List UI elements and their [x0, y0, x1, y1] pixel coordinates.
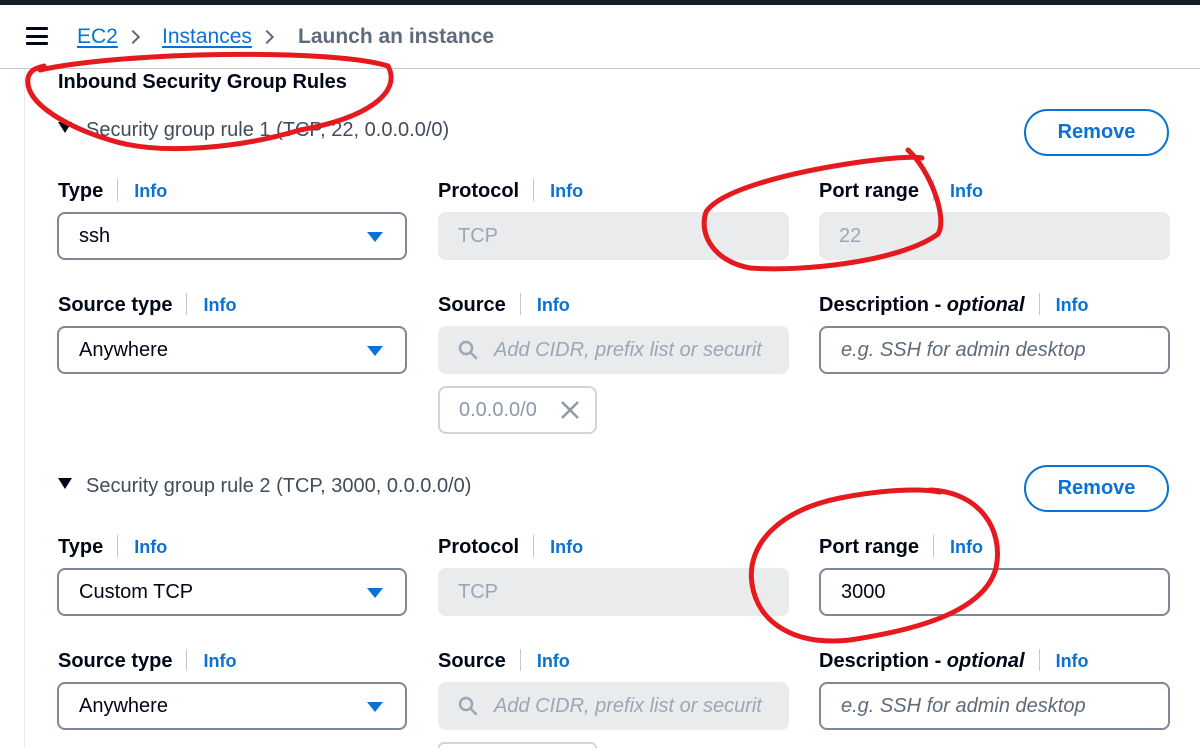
breadcrumb-current: Launch an instance [298, 25, 495, 48]
rule-2-description-label: Description - optional Info [819, 649, 1089, 672]
info-link[interactable]: Info [950, 181, 983, 201]
hamburger-menu-icon[interactable] [26, 27, 48, 45]
caret-down-icon [367, 346, 383, 356]
info-link[interactable]: Info [203, 295, 236, 315]
rule-2-remove-button[interactable]: Remove [1024, 465, 1169, 512]
rule-2-source-type-select[interactable]: Anywhere [57, 682, 407, 730]
rule-1-header: Security group rule 1 (TCP, 22, 0.0.0.0/… [86, 119, 450, 141]
close-icon[interactable] [559, 399, 581, 421]
rule-2-protocol-label: Protocol Info [438, 535, 584, 558]
breadcrumb-instances[interactable]: Instances [162, 25, 252, 49]
rule-2-port-range-label: Port range Info [819, 535, 984, 558]
caret-down-icon [58, 478, 72, 489]
info-link[interactable]: Info [134, 537, 167, 557]
chevron-right-icon [125, 29, 141, 45]
caret-down-icon [367, 588, 383, 598]
info-link[interactable]: Info [537, 295, 570, 315]
info-link[interactable]: Info [134, 181, 167, 201]
rule-1-description-input[interactable]: e.g. SSH for admin desktop [819, 326, 1170, 374]
main-content [24, 69, 1200, 748]
section-title: Inbound Security Group Rules [58, 71, 347, 93]
search-icon [458, 340, 478, 360]
rule-2-expand-toggle[interactable]: Security group rule 2 (TCP, 3000, 0.0.0.… [58, 474, 471, 498]
rule-2-type-label: Type Info [58, 535, 168, 558]
info-link[interactable]: Info [1056, 651, 1089, 671]
rule-1-port-range-label: Port range Info [819, 179, 984, 202]
rule-2-source-search: Add CIDR, prefix list or securit [438, 682, 789, 730]
rule-1-source-label: Source Info [438, 293, 570, 316]
rule-1-type-select[interactable]: ssh [57, 212, 407, 260]
rule-1-source-type-select[interactable]: Anywhere [57, 326, 407, 374]
info-link[interactable]: Info [537, 651, 570, 671]
search-icon [458, 696, 478, 716]
info-link[interactable]: Info [550, 181, 583, 201]
rule-1-source-type-label: Source type Info [58, 293, 237, 316]
info-link[interactable]: Info [550, 537, 583, 557]
rule-1-remove-button[interactable]: Remove [1024, 109, 1169, 156]
caret-down-icon [367, 702, 383, 712]
info-link[interactable]: Info [1056, 295, 1089, 315]
page-header: EC2 Instances Launch an instance [0, 5, 1200, 69]
rule-1-protocol-label: Protocol Info [438, 179, 584, 202]
rule-1-description-label: Description - optional Info [819, 293, 1089, 316]
info-link[interactable]: Info [950, 537, 983, 557]
rule-2-type-select[interactable]: Custom TCP [57, 568, 407, 616]
rule-2-port-range-input[interactable]: 3000 [819, 568, 1170, 616]
caret-down-icon [58, 122, 72, 133]
rule-1-source-token: 0.0.0.0/0 [438, 386, 597, 434]
rule-2-header: Security group rule 2 (TCP, 3000, 0.0.0.… [86, 475, 472, 497]
rule-1-port-range-field: 22 [819, 212, 1170, 260]
chevron-right-icon [259, 29, 275, 45]
rule-2-source-type-label: Source type Info [58, 649, 237, 672]
rule-1-source-search: Add CIDR, prefix list or securit [438, 326, 789, 374]
rule-2-source-token [438, 742, 597, 748]
rule-2-source-label: Source Info [438, 649, 570, 672]
caret-down-icon [367, 232, 383, 242]
rule-1-protocol-field: TCP [438, 212, 789, 260]
rule-1-type-label: Type Info [58, 179, 168, 202]
rule-2-protocol-field: TCP [438, 568, 789, 616]
rule-1-expand-toggle[interactable]: Security group rule 1 (TCP, 22, 0.0.0.0/… [58, 118, 449, 142]
rule-2-description-input[interactable]: e.g. SSH for admin desktop [819, 682, 1170, 730]
info-link[interactable]: Info [203, 651, 236, 671]
breadcrumb-ec2[interactable]: EC2 [77, 25, 118, 49]
